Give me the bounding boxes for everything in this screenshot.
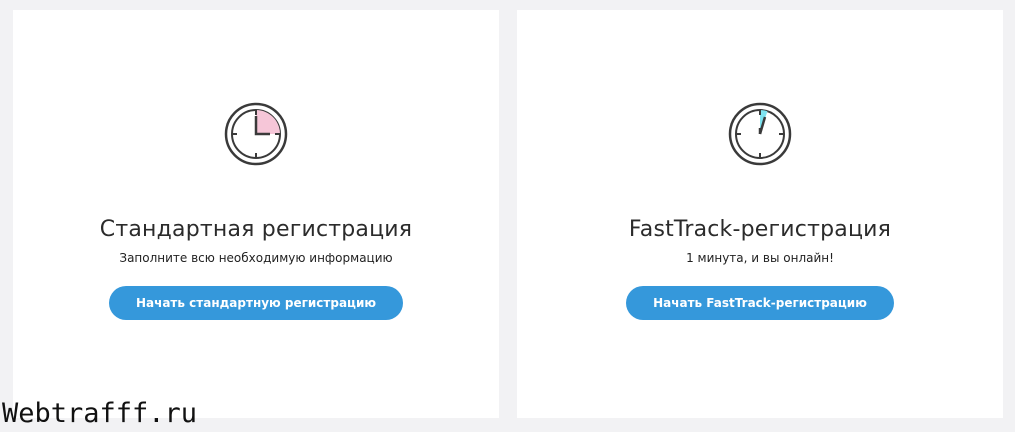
fasttrack-registration-subtitle: 1 минута, и вы онлайн! — [686, 251, 834, 265]
fasttrack-registration-title: FastTrack-регистрация — [628, 217, 892, 242]
start-standard-registration-button[interactable]: Начать стандартную регистрацию — [108, 286, 404, 320]
start-fasttrack-registration-button[interactable]: Начать FastTrack-регистрацию — [626, 286, 894, 320]
standard-registration-title: Стандартная регистрация — [99, 217, 413, 242]
standard-registration-card: Стандартная регистрация Заполните всю не… — [13, 10, 499, 418]
site-watermark: Webtrafff.ru — [2, 398, 198, 429]
clock-fast-icon — [728, 102, 792, 166]
clock-quarter-icon — [224, 102, 288, 166]
fasttrack-registration-card: FastTrack-регистрация 1 минута, и вы онл… — [517, 10, 1003, 418]
standard-registration-subtitle: Заполните всю необходимую информацию — [119, 251, 393, 265]
